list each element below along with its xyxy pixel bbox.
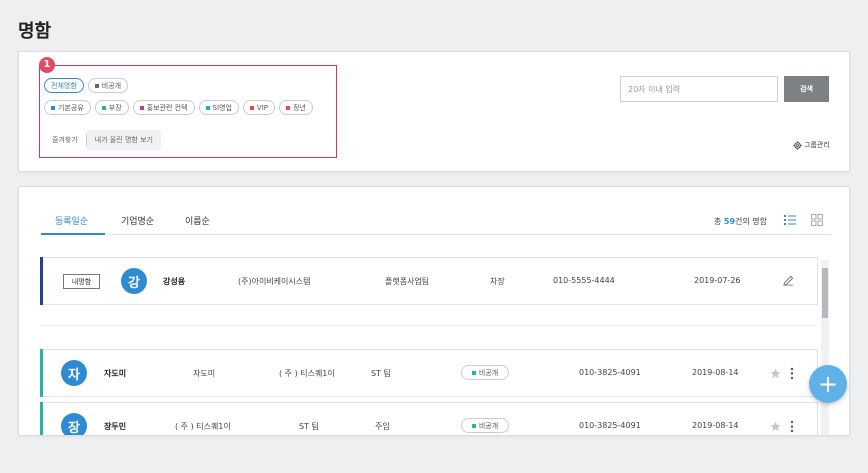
total-count: 총 59건의 명함 xyxy=(714,217,768,226)
chip-dot xyxy=(101,105,106,110)
contact-name: 강성용 xyxy=(163,277,186,286)
chip-group[interactable]: 부장 xyxy=(94,100,129,115)
favorites-button[interactable]: 즐겨찾기 xyxy=(44,130,86,150)
card-list-panel: 등록일순 기업명순 이름순 총 59건의 명함 내명함 강 강성용 (주)아이비… xyxy=(18,186,850,436)
row-color-bar xyxy=(40,402,43,435)
filter-panel: 전체명함 비공개 기본공유 부장 홍보관련 컨텍 SI영업 VIP 정년 즐겨찾… xyxy=(18,51,850,172)
chip-group[interactable]: 정년 xyxy=(279,100,313,115)
chip-group[interactable]: VIP xyxy=(242,100,275,115)
my-uploaded-cards-button[interactable]: 내가 올린 명함 보기 xyxy=(86,130,161,150)
star-icon[interactable] xyxy=(770,368,781,379)
quick-filter-row: 즐겨찾기 내가 올린 명함 보기 xyxy=(44,130,161,150)
more-vertical-icon[interactable] xyxy=(789,367,795,380)
chip-group[interactable]: SI영업 xyxy=(198,100,239,115)
phone-number: 010-5555-4444 xyxy=(553,276,615,285)
chip-dot xyxy=(51,105,55,110)
badge-dot xyxy=(471,423,476,428)
job-title: 차장 xyxy=(490,277,505,286)
sort-tabs: 등록일순 기업명순 이름순 xyxy=(41,207,831,235)
chip-dot xyxy=(94,83,99,88)
business-card-row[interactable]: 자 자도미 자도미 ( 주 ) 티스퀘1이 ST 팀 비공개 010-3825-… xyxy=(40,349,818,397)
tab-company-name[interactable]: 기업명순 xyxy=(121,214,154,227)
chip-group[interactable]: 홍보관련 컨텍 xyxy=(132,100,195,115)
company-name: ( 주 ) 티스퀘1이 xyxy=(175,422,231,431)
list-view-icon[interactable] xyxy=(784,214,796,226)
company-name: ( 주 ) 티스퀘1이 xyxy=(279,369,335,378)
my-card-row[interactable]: 내명함 강 강성용 (주)아이비케이시스템 플랫폼사업팀 차장 010-5555… xyxy=(40,257,818,305)
avatar: 강 xyxy=(121,268,147,294)
contact-name: 자도미 xyxy=(104,369,127,378)
department: ST 팀 xyxy=(299,422,319,431)
department: 플랫폼사업팀 xyxy=(385,277,430,286)
add-card-button[interactable]: + xyxy=(809,365,847,403)
status-badge: 비공개 xyxy=(461,418,509,433)
tag-filter-area: 전체명함 비공개 기본공유 부장 홍보관련 컨텍 SI영업 VIP 정년 즐겨찾… xyxy=(39,65,337,158)
chip-row-primary: 전체명함 비공개 xyxy=(44,78,129,93)
annotation-marker: 1 xyxy=(39,57,55,73)
tab-registered-date[interactable]: 등록일순 xyxy=(55,214,88,227)
section-divider xyxy=(40,325,818,326)
phone-number: 010-3825-4091 xyxy=(579,368,641,377)
chip-dot xyxy=(205,105,210,110)
chip-dot xyxy=(139,105,144,110)
pencil-icon[interactable] xyxy=(783,275,794,286)
chip-private[interactable]: 비공개 xyxy=(87,78,129,93)
search-button[interactable]: 검색 xyxy=(784,76,829,102)
chip-all-cards[interactable]: 전체명함 xyxy=(44,78,84,93)
phone-number: 010-3825-4091 xyxy=(579,421,641,430)
grid-view-icon[interactable] xyxy=(811,214,823,226)
chip-row-groups: 기본공유 부장 홍보관련 컨텍 SI영업 VIP 정년 xyxy=(44,100,313,115)
badge-dot xyxy=(471,370,476,375)
gear-icon xyxy=(793,140,802,150)
chip-dot xyxy=(286,105,290,110)
business-card-row[interactable]: 장 장두민 ( 주 ) 티스퀘1이 ST 팀 주임 비공개 010-3825-4… xyxy=(40,402,818,435)
scrollbar-thumb[interactable] xyxy=(822,268,828,318)
contact-name: 장두민 xyxy=(104,422,127,431)
more-vertical-icon[interactable] xyxy=(789,420,795,433)
avatar: 자 xyxy=(61,360,87,386)
list-scrollbar[interactable] xyxy=(821,260,829,435)
status-badge: 비공개 xyxy=(461,365,509,380)
chip-group[interactable]: 기본공유 xyxy=(44,100,91,115)
row-color-bar xyxy=(40,349,43,397)
contact-subname: 자도미 xyxy=(193,369,216,378)
registered-date: 2019-07-26 xyxy=(694,276,741,285)
job-title: 주임 xyxy=(375,422,390,431)
search-input[interactable]: 20자 이내 입력 xyxy=(620,76,778,102)
avatar: 장 xyxy=(61,413,87,435)
department: ST 팀 xyxy=(371,369,391,378)
active-tab-underline xyxy=(41,233,105,235)
group-manage-button[interactable]: 그룹관리 xyxy=(793,140,830,150)
company-name: (주)아이비케이시스템 xyxy=(238,277,311,286)
row-color-bar xyxy=(40,257,43,305)
page-title: 명함 xyxy=(18,21,52,42)
my-card-badge: 내명함 xyxy=(63,274,100,289)
registered-date: 2019-08-14 xyxy=(692,368,739,377)
registered-date: 2019-08-14 xyxy=(692,421,739,430)
star-icon[interactable] xyxy=(770,421,781,432)
tab-name[interactable]: 이름순 xyxy=(185,214,210,227)
chip-dot xyxy=(249,105,254,110)
